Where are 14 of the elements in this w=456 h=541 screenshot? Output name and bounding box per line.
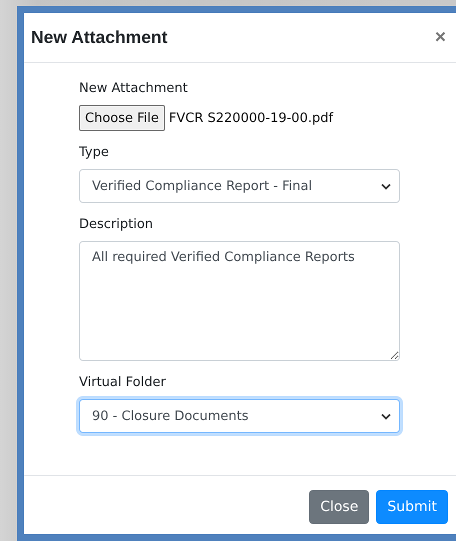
close-button[interactable]: Close <box>309 490 370 524</box>
field-label: Virtual Folder <box>79 375 167 390</box>
field-label: Description <box>79 217 154 232</box>
dialog-title: New Attachment <box>31 27 168 48</box>
field-label: Type <box>79 145 110 160</box>
chevron-down-icon <box>381 182 391 190</box>
choose-file-button[interactable]: Choose File <box>79 105 165 131</box>
field-label: New Attachment <box>79 81 189 96</box>
dropdown-select[interactable]: Verified Compliance Report - Final <box>79 169 400 203</box>
close-button[interactable]: × <box>434 28 446 47</box>
file-name: FVCR S220000-19-00.pdf <box>168 110 334 126</box>
chevron-down-icon <box>381 412 391 420</box>
dropdown-select[interactable]: 90 - Closure Documents <box>79 399 400 433</box>
description-field[interactable]: All required Verified Compliance Reports <box>79 241 400 361</box>
